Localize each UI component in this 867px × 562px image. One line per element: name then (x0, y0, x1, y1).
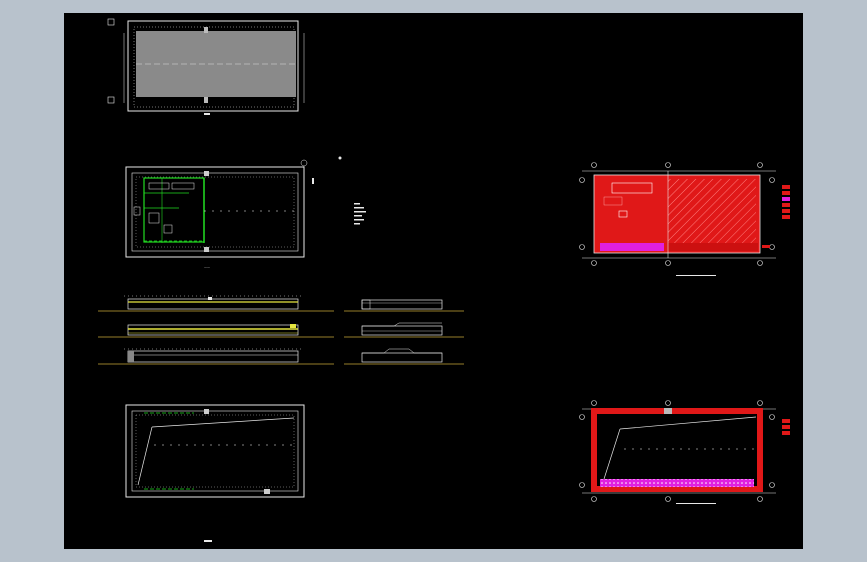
elevation-short-2[interactable] (344, 322, 464, 338)
fire-zone-legend-bottom (782, 419, 790, 435)
fire-zone-plan-1[interactable] (579, 162, 777, 277)
fire-zone-legend-top (762, 185, 790, 248)
elevation-long-2[interactable] (98, 324, 334, 338)
floor-plan-1[interactable]: —— (125, 156, 342, 270)
drawing-sheet: —— (98, 18, 790, 542)
fire-zone-plan-2[interactable] (579, 400, 777, 505)
elevation-long-3[interactable] (98, 348, 334, 365)
cad-drawing-canvas[interactable]: —— (64, 13, 803, 549)
elevation-short-1[interactable] (344, 299, 464, 312)
floor-plan-2[interactable] (125, 404, 305, 498)
svg-text:——: —— (204, 265, 210, 269)
elevation-short-3[interactable] (344, 348, 464, 365)
sheet-label (204, 540, 212, 542)
center-legend (312, 178, 366, 225)
elevation-long-1[interactable] (98, 295, 334, 312)
roof-plan[interactable] (107, 18, 305, 115)
